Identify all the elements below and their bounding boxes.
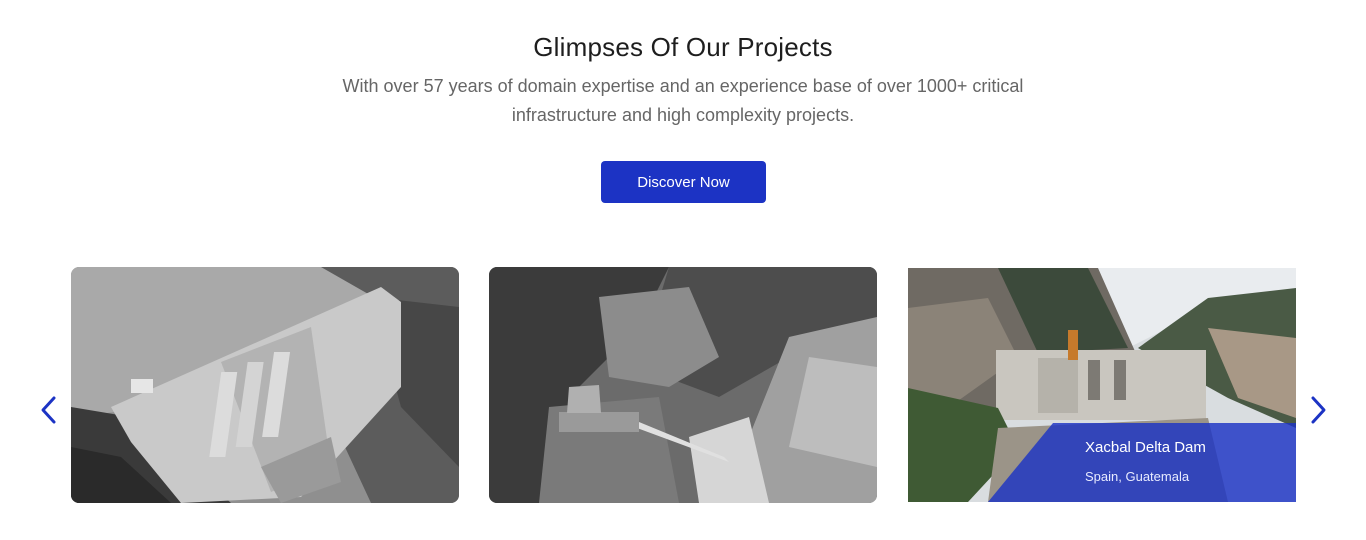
section-title: Glimpses Of Our Projects — [533, 32, 833, 62]
dam-grayscale-photo — [71, 267, 459, 503]
gorge-bridge-grayscale-photo — [489, 267, 877, 503]
project-card[interactable] — [489, 267, 877, 503]
section-subtitle: With over 57 years of domain expertise a… — [318, 72, 1048, 130]
project-name: Xacbal Delta Dam — [1085, 439, 1206, 456]
subtitle-line-1: With over 57 years of domain expertise a… — [342, 76, 1024, 96]
project-card[interactable]: Xacbal Delta Dam Spain, Guatemala — [908, 268, 1296, 502]
chevron-right-icon — [1311, 396, 1326, 424]
project-location: Spain, Guatemala — [1085, 469, 1190, 484]
carousel-next-button[interactable] — [1303, 392, 1333, 428]
project-card[interactable] — [71, 267, 459, 503]
subtitle-line-2: infrastructure and high complexity proje… — [511, 105, 855, 125]
caption-background — [988, 423, 1296, 502]
discover-now-button[interactable]: Discover Now — [601, 161, 766, 203]
carousel-prev-button[interactable] — [34, 392, 64, 428]
chevron-left-icon — [41, 396, 56, 424]
